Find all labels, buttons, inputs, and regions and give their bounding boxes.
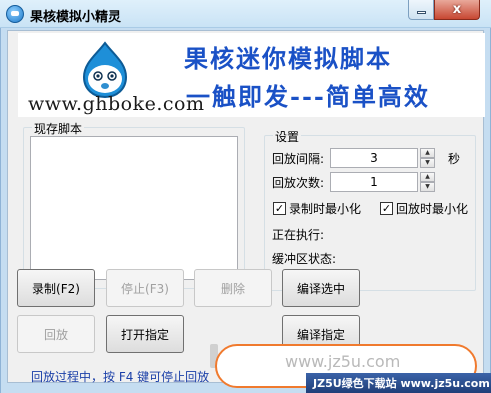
spin-up-icon[interactable]: ▲ [420, 172, 435, 182]
window-title: 果核模拟小精灵 [30, 10, 122, 25]
banner: www.ghboke.com 果核迷你模拟脚本 一触即发---简单高效 [18, 33, 485, 117]
executing-label: 正在执行: [272, 228, 325, 242]
status-hint: 回放过程中，按 F4 键可停止回放 [31, 370, 210, 384]
mascot-logo [82, 41, 128, 99]
window-frame: www.ghboke.com 果核迷你模拟脚本 一触即发---简单高效 现存脚本… [0, 28, 491, 393]
settings-group: 设置 回放间隔: 3 ▲ ▼ 秒 回放次数: 1 ▲ ▼ ✓ 录制时最小化 ✓ … [264, 128, 476, 291]
app-icon [6, 5, 24, 23]
close-icon: x [452, 2, 462, 17]
count-spinner[interactable]: 1 ▲ ▼ [330, 172, 435, 192]
script-group-legend: 现存脚本 [32, 120, 85, 137]
spin-up-icon[interactable]: ▲ [420, 148, 435, 158]
playback-minimize-label: 回放时最小化 [396, 202, 469, 216]
close-button[interactable]: x [434, 0, 480, 20]
script-group: 现存脚本 [23, 120, 245, 289]
watermark-bar-text: JZ5U绿色下载站 www.jz5u.com [313, 377, 490, 390]
interval-value[interactable]: 3 [331, 149, 417, 167]
record-minimize-checkbox[interactable]: ✓ 录制时最小化 [273, 200, 361, 217]
compile-selected-button[interactable]: 编译选中 [282, 269, 360, 307]
interval-spin-arrows[interactable]: ▲ ▼ [420, 148, 435, 168]
script-list[interactable] [30, 136, 238, 280]
open-specified-button[interactable]: 打开指定 [106, 315, 184, 353]
settings-group-legend: 设置 [273, 128, 302, 145]
delete-button[interactable]: 删除 [194, 269, 272, 307]
buffer-status-label: 缓冲区状态: [272, 252, 337, 266]
interval-spinner[interactable]: 3 ▲ ▼ [330, 148, 435, 168]
banner-slogan-line2: 一触即发---简单高效 [186, 82, 430, 111]
banner-site-url: www.ghboke.com [28, 93, 205, 115]
client-area: www.ghboke.com 果核迷你模拟脚本 一触即发---简单高效 现存脚本… [7, 30, 485, 383]
record-minimize-label: 录制时最小化 [289, 202, 362, 216]
playback-button[interactable]: 回放 [17, 315, 95, 353]
interval-label: 回放间隔: [272, 152, 325, 166]
checkbox-check-icon[interactable]: ✓ [273, 202, 286, 215]
spin-down-icon[interactable]: ▼ [420, 182, 435, 192]
banner-slogan-line1: 果核迷你模拟脚本 [184, 44, 392, 73]
count-value[interactable]: 1 [331, 173, 417, 191]
interval-unit: 秒 [448, 152, 461, 166]
title-bar[interactable]: 果核模拟小精灵 x [0, 0, 491, 28]
minimize-icon [416, 11, 426, 14]
spin-down-icon[interactable]: ▼ [420, 158, 435, 168]
record-button[interactable]: 录制(F2) [17, 269, 95, 307]
checkbox-check-icon[interactable]: ✓ [380, 202, 393, 215]
watermark-url: www.jz5u.com [285, 352, 401, 371]
minimize-button[interactable] [408, 0, 434, 20]
playback-minimize-checkbox[interactable]: ✓ 回放时最小化 [380, 200, 468, 217]
count-label: 回放次数: [272, 176, 325, 190]
count-spin-arrows[interactable]: ▲ ▼ [420, 172, 435, 192]
stop-button[interactable]: 停止(F3) [106, 269, 184, 307]
